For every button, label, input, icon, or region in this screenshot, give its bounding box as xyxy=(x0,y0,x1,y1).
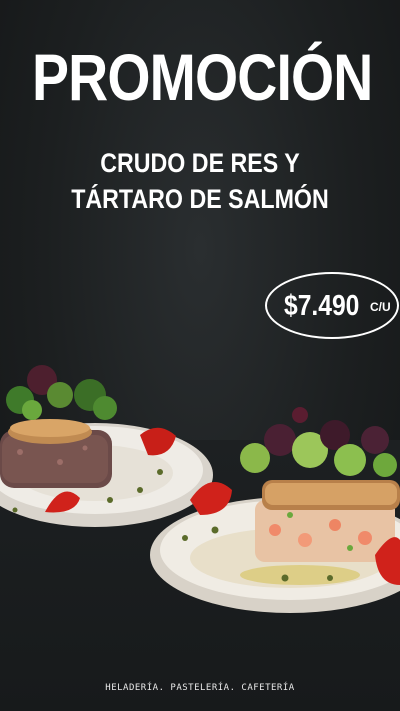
price: $7.490 xyxy=(284,290,360,322)
subtitle-line-1: CRUDO DE RES Y xyxy=(100,148,300,178)
right-plate xyxy=(150,407,400,613)
headline: PROMOCIÓN xyxy=(32,40,373,114)
left-plate xyxy=(0,365,213,527)
food-photo xyxy=(0,365,400,613)
subtitle: CRUDO DE RES Y TÁRTARO DE SALMÓN xyxy=(28,145,372,217)
subtitle-line-2: TÁRTARO DE SALMÓN xyxy=(71,184,329,214)
footer-tagline: HELADERÍA. PASTELERÍA. CAFETERÍA xyxy=(105,683,295,693)
price-unit: C/U xyxy=(370,300,391,314)
promo-poster: PROMOCIÓN CRUDO DE RES Y TÁRTARO DE SALM… xyxy=(0,0,400,711)
